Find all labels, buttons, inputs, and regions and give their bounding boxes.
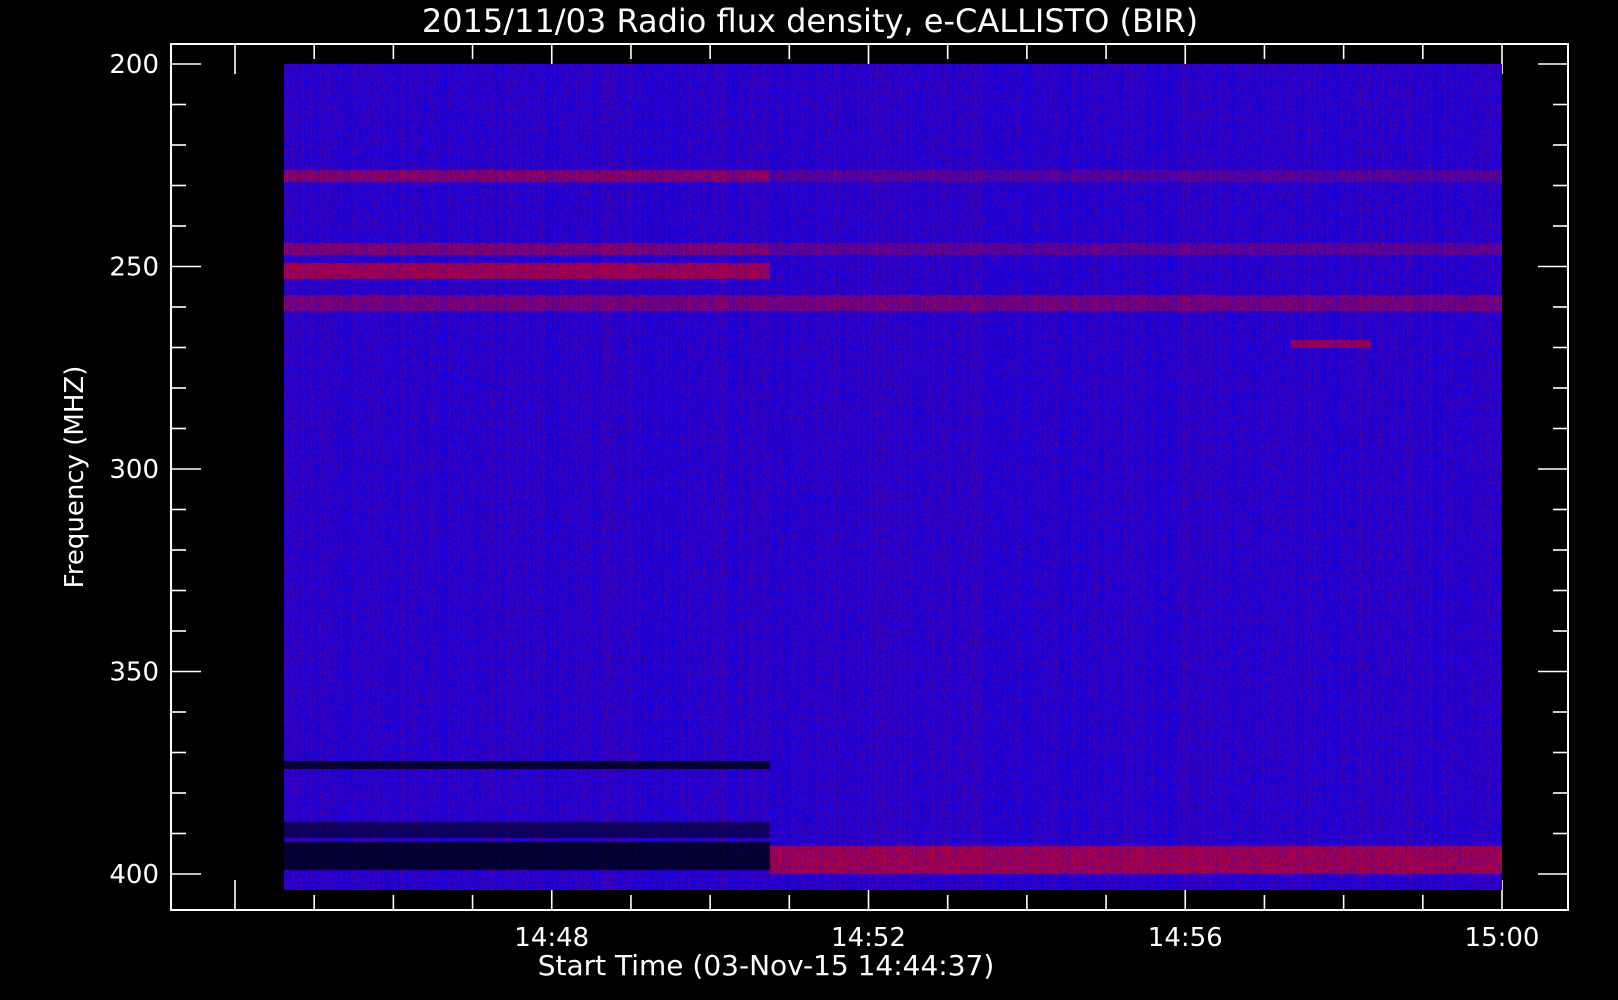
y-tick-label: 250	[109, 253, 159, 283]
y-tick-label: 200	[109, 50, 159, 80]
x-tick-label: 15:00	[1465, 923, 1540, 953]
y-tick-label: 400	[109, 860, 159, 890]
spectrogram-image	[283, 64, 1502, 890]
x-tick-label: 14:52	[831, 923, 906, 953]
y-tick-label: 350	[109, 658, 159, 688]
y-tick-label: 300	[109, 455, 159, 485]
x-tick-label: 14:56	[1148, 923, 1223, 953]
x-tick-label: 14:48	[514, 923, 589, 953]
y-axis-label: Frequency (MHZ)	[60, 366, 90, 589]
x-axis-label: Start Time (03-Nov-15 14:44:37)	[538, 949, 995, 982]
chart-title: 2015/11/03 Radio flux density, e-CALLIST…	[422, 2, 1198, 40]
